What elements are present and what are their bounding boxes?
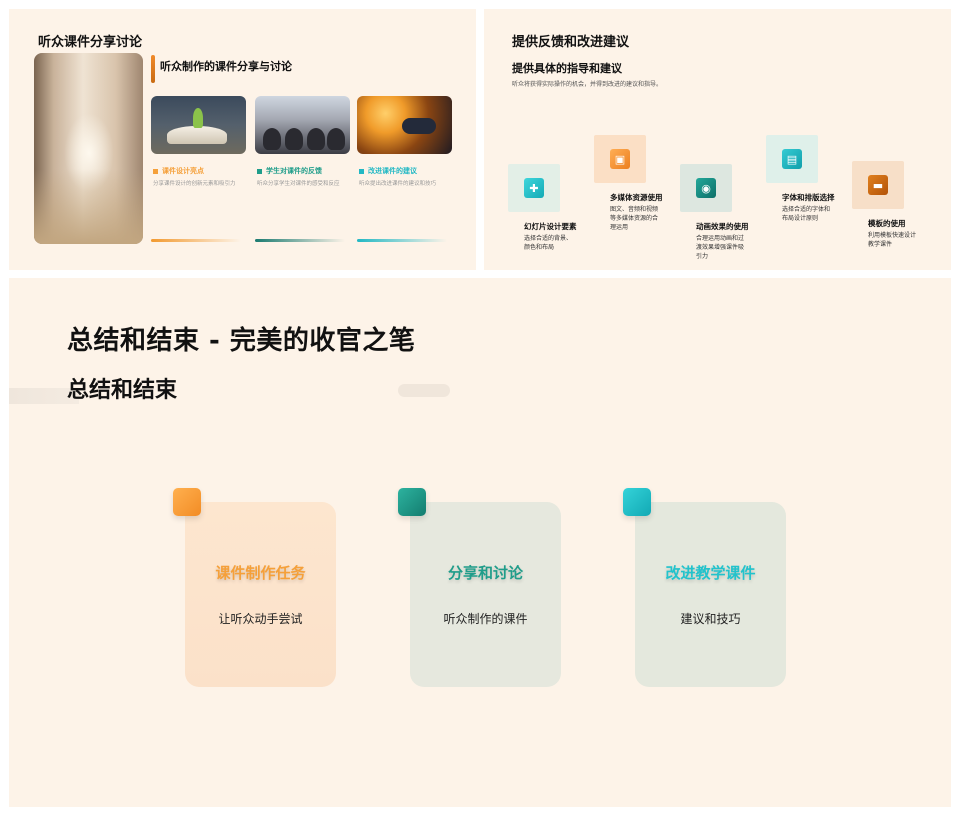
image-icon: ▣: [610, 149, 630, 169]
card-label-feedback: 学生对课件的反馈: [257, 166, 322, 176]
step-desc: 合理运用动画和过渡效果增强课件吸引力: [696, 235, 745, 260]
monitor-icon: ▤: [782, 149, 802, 169]
step-title: 多媒体资源使用: [610, 193, 663, 202]
square-icon: [398, 488, 426, 516]
card-title: 分享和讨论: [447, 564, 523, 582]
step-desc: 图文、音频和视频等多媒体资源的合理运用: [610, 206, 659, 231]
divider-line: [357, 239, 447, 242]
summary-card-improve: [635, 502, 786, 687]
step-tile: ✚: [508, 164, 560, 212]
graduation-photo: [357, 96, 452, 154]
card-desc: 听众制作的课件: [443, 612, 528, 626]
bullet-icon: [153, 168, 158, 174]
slide-subtitle: 总结和结束: [67, 378, 178, 403]
divider-line: [151, 239, 241, 242]
slide-summary[interactable]: 总结和结束 - 完美的收官之笔 总结和结束 课件制作任务 让听众动手尝试 分享和…: [9, 278, 951, 807]
decorative-pill: [398, 384, 450, 397]
record-icon: ◉: [696, 178, 716, 198]
step-title: 动画效果的使用: [696, 222, 749, 231]
step-desc: 利用模板快速设计教学课件: [868, 232, 917, 248]
summary-card-share: [410, 502, 561, 687]
card-desc: 听众分享学生对课件的感受和反应: [257, 181, 340, 187]
slide-description: 听众将获得实际操作的机会，并得到改进的建议和指导。: [512, 81, 663, 88]
book-photo: [151, 96, 246, 154]
square-icon: [623, 488, 651, 516]
step-title: 幻灯片设计要素: [524, 222, 577, 231]
step-tile: ▬: [852, 161, 904, 209]
step-tile: ▣: [594, 135, 646, 183]
card-label-highlights: 课件设计亮点: [153, 166, 204, 176]
card-desc: 建议和技巧: [680, 612, 741, 626]
slide-title: 提供反馈和改进建议: [512, 35, 630, 50]
slide-audience-share[interactable]: 听众课件分享讨论 听众制作的课件分享与讨论 课件设计亮点 分享课件设计的创新元素…: [9, 9, 476, 270]
square-icon: [173, 488, 201, 516]
card-title: 改进教学课件: [665, 564, 756, 582]
card-desc: 让听众动手尝试: [218, 612, 303, 626]
classroom-photo: [255, 96, 350, 154]
bullet-icon: [257, 168, 262, 174]
step-title: 模板的使用: [868, 219, 906, 228]
divider-line: [255, 239, 345, 242]
step-desc: 选择合适的字体和布局设计原则: [782, 206, 831, 222]
step-tile: ◉: [680, 164, 732, 212]
card-title: 课件制作任务: [215, 564, 306, 582]
chat-icon: ▬: [868, 175, 888, 195]
puzzle-icon: ✚: [524, 178, 544, 198]
card-desc: 听众提出改进课件的建议和技巧: [359, 181, 437, 187]
slide-subtitle: 听众制作的课件分享与讨论: [160, 60, 292, 73]
hallway-photo: [34, 53, 143, 244]
step-desc: 选择合适的背景、颜色和布局: [524, 235, 573, 251]
card-desc: 分享课件设计的创新元素和吸引力: [153, 181, 236, 187]
slide-title: 听众课件分享讨论: [38, 35, 143, 50]
summary-card-task: [185, 502, 336, 687]
card-label-suggestions: 改进课件的建议: [359, 166, 417, 176]
slide-title: 总结和结束 - 完美的收官之笔: [67, 326, 416, 356]
step-title: 字体和排版选择: [782, 193, 835, 202]
slide-subtitle: 提供具体的指导和建议: [512, 62, 622, 75]
bullet-icon: [359, 168, 364, 174]
step-tile: ▤: [766, 135, 818, 183]
accent-bar: [151, 55, 155, 83]
slide-feedback[interactable]: 提供反馈和改进建议 提供具体的指导和建议 听众将获得实际操作的机会，并得到改进的…: [484, 9, 951, 270]
